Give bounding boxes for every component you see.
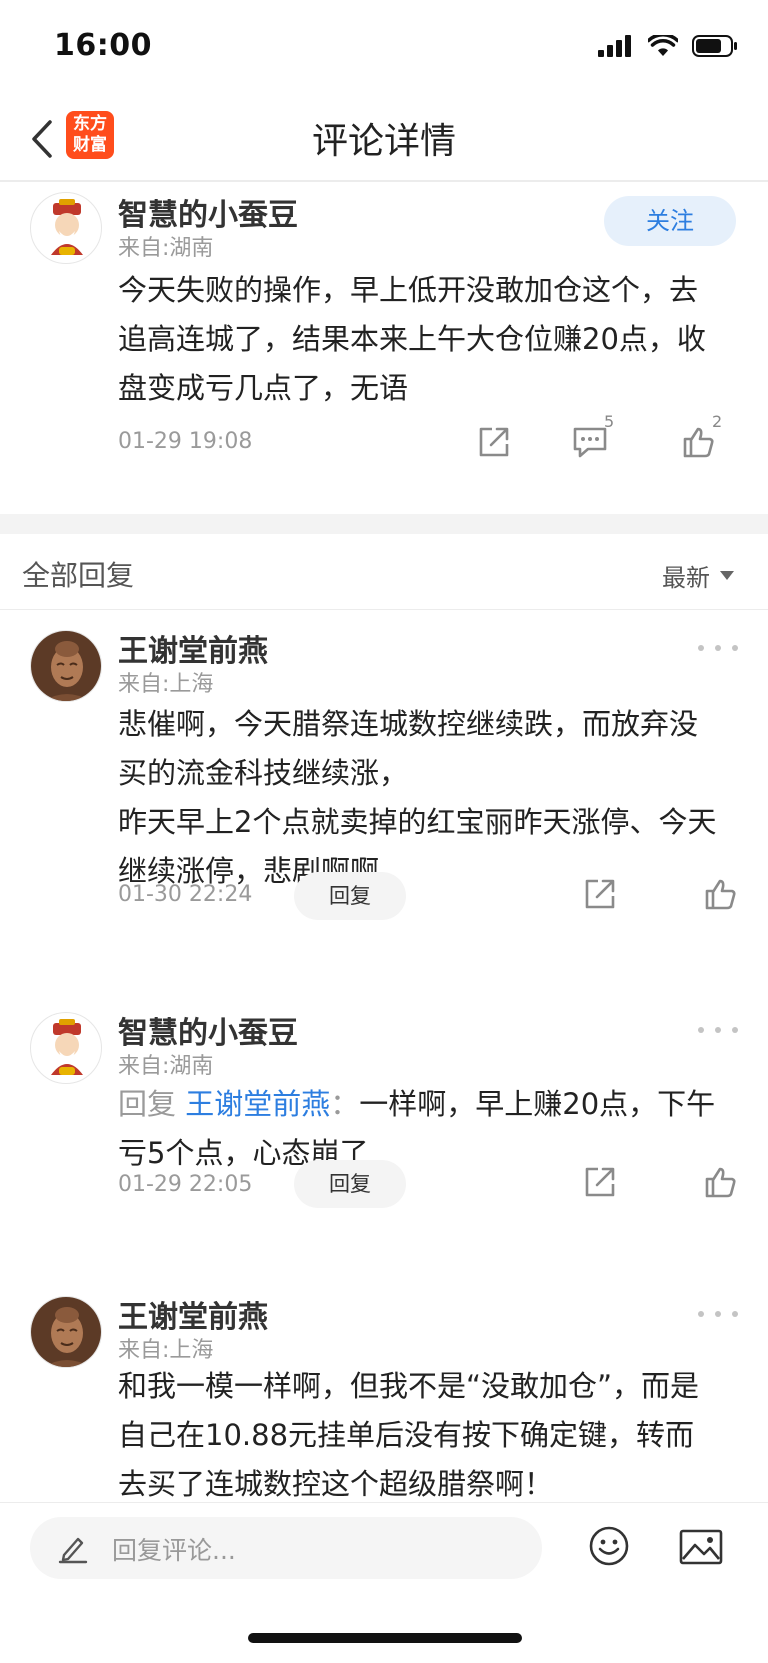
share-icon [585,1167,615,1197]
more-options-button[interactable] [698,1020,738,1040]
location: 来自:上海 [118,1338,214,1363]
like-button[interactable] [700,1162,740,1202]
more-dot-icon [715,645,721,651]
avatar[interactable] [30,1012,102,1084]
follow-button[interactable]: 关注 [604,196,736,246]
avatar[interactable] [30,192,102,264]
comment-time: 01-29 19:08 [118,429,253,454]
more-dot-icon [715,1311,721,1317]
more-dot-icon [698,1027,704,1033]
share-button[interactable] [580,874,620,914]
wifi-icon [648,35,678,56]
share-button[interactable] [580,1162,620,1202]
image-icon[interactable] [678,1527,724,1567]
reply-content: 回复 王谢堂前燕：一样啊，早上赚20点，下午亏5个点，心态崩了 [118,1080,718,1178]
navigation-bar: 东方 财富 评论详情 [0,96,768,182]
more-dot-icon [698,1311,704,1317]
pen-icon [58,1537,88,1564]
reply-colon: ： [330,1087,360,1121]
reply-item: 王谢堂前燕 来自:上海 和我一模一样啊，但我不是“没敢加仓”，而是自己在10.8… [0,1276,768,1502]
more-dot-icon [715,1027,721,1033]
reply-time: 01-30 22:24 [118,882,253,907]
more-options-button[interactable] [698,1304,738,1324]
home-indicator [248,1633,522,1643]
status-icons [598,34,738,58]
page-title: 评论详情 [311,121,456,162]
replies-title: 全部回复 [22,559,135,592]
more-dot-icon [698,645,704,651]
reply-time: 01-29 22:05 [118,1172,253,1197]
thumbs-up-icon [705,879,736,910]
avatar[interactable] [30,1296,102,1368]
reply-item: 王谢堂前燕 来自:上海 悲催啊，今天腊祭连城数控继续跌，而放弃没买的流金科技继续… [0,610,768,958]
emoji-icon[interactable] [588,1525,630,1567]
thumbs-up-icon [705,1167,736,1198]
sort-dropdown[interactable]: 最新 [662,558,734,593]
like-button[interactable] [700,874,740,914]
reply-input[interactable]: 回复评论... [30,1517,542,1579]
replies-header: 全部回复 最新 [0,534,768,610]
section-divider [0,514,768,534]
more-options-button[interactable] [698,638,738,658]
more-dot-icon [732,1027,738,1033]
caishen-avatar-icon [51,1019,83,1075]
reply-item: 智慧的小蚕豆 来自:湖南 回复 王谢堂前燕：一样啊，早上赚20点，下午亏5个点，… [0,992,768,1292]
username[interactable]: 王谢堂前燕 [118,626,268,670]
status-bar: 16:00 [0,0,768,96]
location: 来自:湖南 [118,236,214,261]
like-count: 2 [712,412,723,431]
caishen-avatar-icon [51,199,83,255]
status-time: 16:00 [54,28,152,63]
username[interactable]: 王谢堂前燕 [118,1292,268,1336]
dropdown-arrow-icon [720,571,734,580]
reply-content: 和我一模一样啊，但我不是“没敢加仓”，而是自己在10.88元挂单后没有按下确定键… [118,1369,700,1501]
main-comment: 智慧的小蚕豆 来自:湖南 关注 今天失败的操作，早上低开没敢加仓这个，去追高连城… [0,182,768,514]
reply-button[interactable]: 回复 [294,1160,406,1208]
buddha-statue-avatar-icon [31,631,101,701]
comment-count: 5 [604,412,615,431]
comment-icon [573,427,607,458]
reply-content: 悲催啊，今天腊祭连城数控继续跌，而放弃没买的流金科技继续涨， 昨天早上2个点就卖… [118,707,717,888]
share-icon [479,427,509,457]
location: 来自:湖南 [118,1054,214,1079]
battery-icon [692,35,737,57]
more-dot-icon [732,645,738,651]
reply-target-user[interactable]: 王谢堂前燕 [185,1087,330,1121]
reply-button[interactable]: 回复 [294,872,406,920]
username[interactable]: 智慧的小蚕豆 [118,190,298,234]
comment-content: 今天失败的操作，早上低开没敢加仓这个，去追高连城了，结果本来上午大仓位赚20点，… [118,273,706,405]
sort-label: 最新 [662,564,710,592]
thumbs-up-icon [683,427,714,458]
reply-input-bar: 回复评论... [0,1502,768,1588]
share-icon [585,879,615,909]
reply-input-placeholder: 回复评论... [112,1536,236,1565]
reply-prefix: 回复 [118,1087,186,1121]
cellular-signal-icon [598,35,631,57]
buddha-statue-avatar-icon [31,1297,101,1367]
share-button[interactable] [474,422,514,462]
username[interactable]: 智慧的小蚕豆 [118,1008,298,1052]
avatar[interactable] [30,630,102,702]
more-dot-icon [732,1311,738,1317]
location: 来自:上海 [118,672,214,697]
